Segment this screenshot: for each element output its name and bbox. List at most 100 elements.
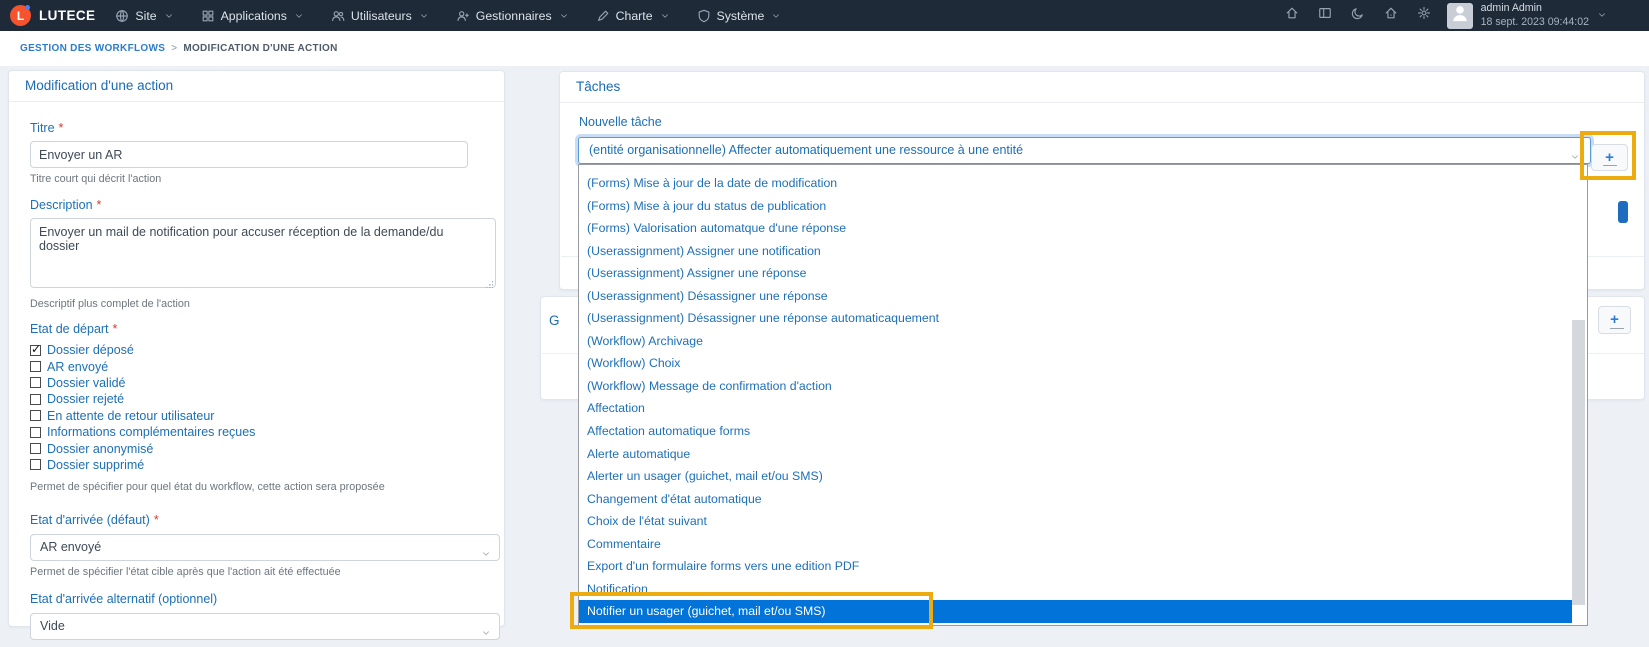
checkbox-label: AR envoyé bbox=[47, 359, 109, 374]
navbar-menu-item[interactable]: Charte bbox=[596, 9, 670, 23]
chevron-down-icon bbox=[481, 622, 491, 647]
checkbox[interactable] bbox=[30, 459, 41, 471]
navbar-menu-item[interactable]: Utilisateurs bbox=[331, 9, 429, 23]
etat-depart-label: Etat de départ * bbox=[30, 322, 118, 336]
checkbox-label: Dossier rejeté bbox=[47, 392, 125, 407]
dropdown-option[interactable]: Commentaire bbox=[579, 533, 1587, 556]
moon-icon[interactable] bbox=[1351, 6, 1365, 25]
checkbox-label: Dossier déposé bbox=[47, 343, 134, 358]
navbar-menu-item[interactable]: Gestionnaires bbox=[456, 9, 569, 23]
checkbox[interactable] bbox=[30, 426, 41, 438]
manager-icon bbox=[456, 9, 470, 23]
new-task-selected-value: (entité organisationnelle) Affecter auto… bbox=[589, 143, 1024, 157]
checkbox[interactable] bbox=[30, 377, 41, 389]
brand[interactable]: L LUTECE bbox=[10, 5, 95, 26]
navbar-quick-icons bbox=[1285, 6, 1431, 25]
panel-title: Tâches bbox=[560, 72, 1644, 103]
user-menu[interactable]: admin Admin 18 sept. 2023 09:44:02 bbox=[1446, 2, 1607, 29]
checkbox-label: Informations complémentaires reçues bbox=[47, 425, 256, 440]
dropdown-option[interactable]: Export d'un formulaire forms vers une ed… bbox=[579, 555, 1587, 578]
dropdown-option[interactable]: (Workflow) Archivage bbox=[579, 330, 1587, 353]
titre-help: Titre court qui décrit l'action bbox=[30, 173, 162, 185]
required-asterisk: * bbox=[112, 322, 118, 336]
etat-depart-options: Dossier déposé AR envoyé Dossier validé … bbox=[30, 342, 477, 473]
navbar-menu-item[interactable]: Applications bbox=[201, 9, 304, 23]
chevron-down-icon bbox=[660, 11, 670, 21]
etat-arrivee-help: Permet de spécifier l'état cible après q… bbox=[30, 566, 341, 579]
user-datetime: 18 sept. 2023 09:44:02 bbox=[1480, 15, 1589, 28]
dropdown-option[interactable]: Affectation automatique forms bbox=[579, 420, 1587, 443]
dropdown-option[interactable]: Alerter un usager (guichet, mail et/ou S… bbox=[579, 465, 1587, 488]
resize-grip-icon[interactable] bbox=[486, 281, 493, 288]
dropdown-options: (Forms) Mise à jour de la date de modifi… bbox=[579, 165, 1587, 623]
description-textarea[interactable] bbox=[30, 218, 496, 288]
etat-depart-option-row[interactable]: Dossier anonymisé bbox=[30, 440, 477, 456]
chevron-down-icon bbox=[164, 11, 174, 21]
checkbox[interactable] bbox=[30, 410, 41, 422]
etat-arrivee-select[interactable]: AR envoyé bbox=[30, 534, 500, 562]
settings-icon[interactable] bbox=[1417, 6, 1431, 25]
navbar-menus: Site Applications Utilisateurs Gestionna… bbox=[115, 9, 781, 23]
dropdown-option[interactable]: (Userassignment) Assigner une notificati… bbox=[579, 240, 1587, 263]
checkbox[interactable] bbox=[30, 361, 41, 373]
required-asterisk: * bbox=[96, 198, 102, 212]
new-task-label: Nouvelle tâche bbox=[579, 115, 662, 129]
etat-depart-option-row[interactable]: Informations complémentaires reçues bbox=[30, 424, 477, 440]
person-icon bbox=[1450, 3, 1470, 28]
chevron-down-icon bbox=[294, 11, 304, 21]
logo-dot bbox=[25, 5, 30, 10]
navbar-menu-item[interactable]: Système bbox=[697, 9, 782, 23]
dropdown-option[interactable]: (Forms) Mise à jour du status de publica… bbox=[579, 195, 1587, 218]
dropdown-option[interactable]: (Userassignment) Désassigner une réponse bbox=[579, 285, 1587, 308]
dropdown-option[interactable]: Changement d'état automatique bbox=[579, 488, 1587, 511]
checkbox-label: Dossier anonymisé bbox=[47, 441, 154, 456]
titre-label: Titre * bbox=[30, 121, 64, 135]
chevron-down-icon bbox=[1570, 146, 1580, 163]
dropdown-option[interactable]: Notifier un usager (guichet, mail et/ou … bbox=[579, 600, 1572, 623]
add-task-button[interactable]: + bbox=[1591, 144, 1628, 171]
dropdown-option[interactable]: (Workflow) Choix bbox=[579, 352, 1587, 375]
breadcrumb-separator: > bbox=[171, 43, 178, 54]
lutece-logo-icon: L bbox=[10, 5, 31, 26]
chevron-down-icon bbox=[559, 11, 569, 21]
dropdown-option[interactable]: Alerte automatique bbox=[579, 443, 1587, 466]
top-navbar: L LUTECE Site Applications Utilisateurs bbox=[0, 0, 1649, 31]
dropdown-option[interactable]: (Forms) Mise à jour de la date de modifi… bbox=[579, 172, 1587, 195]
checkbox[interactable] bbox=[30, 393, 41, 405]
checkbox-label: Dossier validé bbox=[47, 375, 126, 390]
new-task-select[interactable]: (entité organisationnelle) Affecter auto… bbox=[578, 137, 1591, 164]
dropdown-option[interactable]: (Forms) Valorisation automatque d'une ré… bbox=[579, 217, 1587, 240]
dropdown-scrollbar-thumb[interactable] bbox=[1572, 320, 1585, 605]
checkbox[interactable] bbox=[30, 342, 41, 356]
etat-depart-option-row[interactable]: Dossier validé bbox=[30, 375, 477, 391]
dropdown-option[interactable]: Affectation bbox=[579, 397, 1587, 420]
home-icon[interactable] bbox=[1285, 6, 1299, 25]
shield-icon bbox=[697, 9, 711, 23]
dropdown-option[interactable]: Notification bbox=[579, 578, 1587, 601]
navbar-menu-item[interactable]: Site bbox=[115, 9, 173, 23]
panel-title: Modification d'une action bbox=[9, 71, 504, 102]
add-button[interactable]: + bbox=[1598, 306, 1631, 334]
grip-indicator bbox=[1618, 201, 1628, 223]
checkbox-label: Dossier supprimé bbox=[47, 457, 145, 472]
etat-depart-option-row[interactable]: Dossier déposé bbox=[30, 342, 477, 358]
checkbox[interactable] bbox=[30, 443, 41, 455]
dropdown-option[interactable]: (Workflow) Message de confirmation d'act… bbox=[579, 375, 1587, 398]
titre-input[interactable] bbox=[30, 141, 468, 168]
dropdown-option[interactable]: (Userassignment) Assigner une réponse bbox=[579, 262, 1587, 285]
dropdown-option[interactable]: Choix de l'état suivant bbox=[579, 510, 1587, 533]
layout-icon[interactable] bbox=[1318, 6, 1332, 25]
site-home-icon[interactable] bbox=[1384, 6, 1398, 25]
etat-alternatif-select[interactable]: Vide bbox=[30, 613, 500, 641]
description-help: Descriptif plus complet de l'action bbox=[30, 298, 190, 310]
etat-depart-option-row[interactable]: En attente de retour utilisateur bbox=[30, 408, 477, 424]
etat-alternatif-label: Etat d'arrivée alternatif (optionnel) bbox=[30, 592, 218, 607]
etat-depart-option-row[interactable]: AR envoyé bbox=[30, 358, 477, 374]
breadcrumb-link[interactable]: GESTION DES WORKFLOWS bbox=[20, 43, 165, 54]
dropdown-option[interactable]: (Userassignment) Désassigner une réponse… bbox=[579, 307, 1587, 330]
etat-depart-option-row[interactable]: Dossier supprimé bbox=[30, 457, 477, 473]
etat-depart-option-row[interactable]: Dossier rejeté bbox=[30, 391, 477, 407]
navbar-menu-label: Charte bbox=[615, 8, 653, 23]
pen-icon bbox=[596, 9, 610, 23]
users-icon bbox=[331, 9, 345, 23]
